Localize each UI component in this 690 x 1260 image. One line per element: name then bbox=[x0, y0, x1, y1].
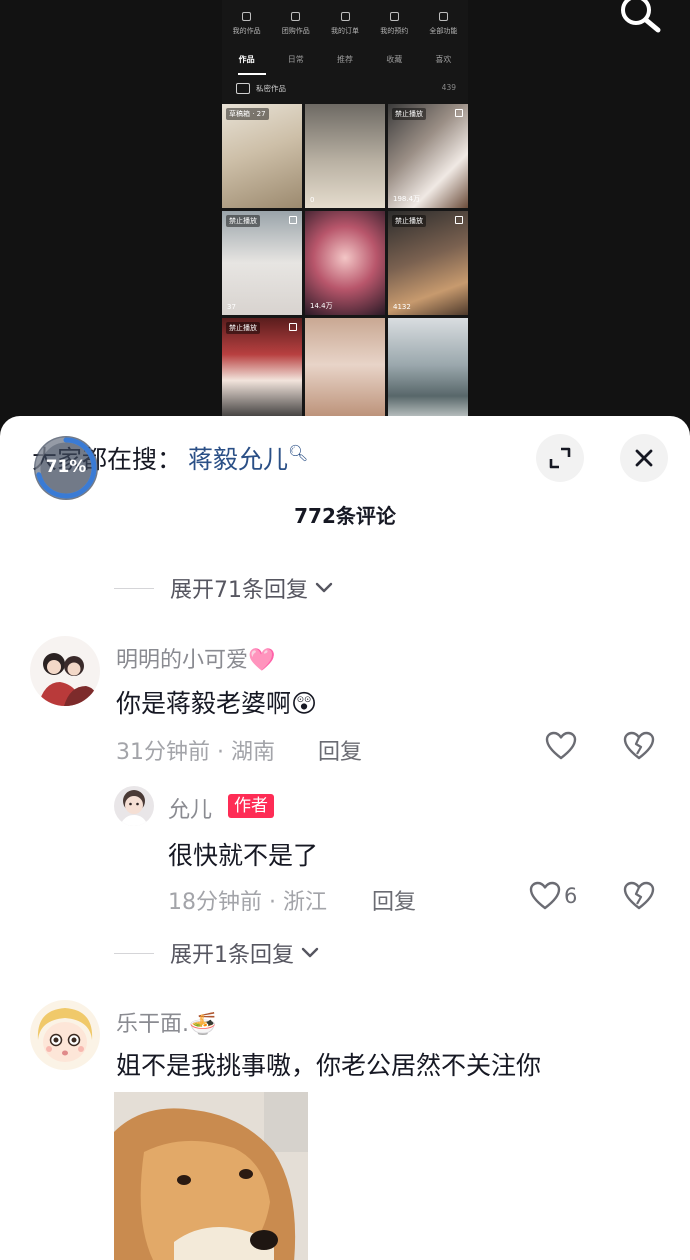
tab-daily: 日常 bbox=[287, 55, 304, 64]
avatar[interactable] bbox=[114, 786, 154, 826]
video-thumbnail: 0 bbox=[305, 104, 385, 208]
avatar[interactable] bbox=[30, 1000, 100, 1070]
multi-image-icon bbox=[289, 323, 297, 331]
profile-tabs: 作品 日常 推荐 收藏 喜欢 bbox=[222, 54, 468, 70]
comment-username[interactable]: 明明的小可爱🩷 bbox=[116, 642, 275, 674]
divider bbox=[114, 952, 154, 954]
reply-button[interactable]: 回复 bbox=[372, 884, 416, 916]
comment-text: 你是蒋毅老婆啊😲 bbox=[116, 689, 318, 718]
video-thumbnail: 禁止播放 4132 bbox=[388, 211, 468, 315]
tab-favorites: 收藏 bbox=[386, 55, 403, 64]
comment-meta: 31分钟前 · 湖南 bbox=[116, 740, 275, 765]
expand-replies-button[interactable]: 展开1条回复 bbox=[114, 938, 320, 968]
divider bbox=[114, 587, 154, 589]
progress-label: 71% bbox=[45, 457, 87, 477]
video-thumbnail: 14.4万 bbox=[305, 211, 385, 315]
video-area: 我的作品 团购作品 我的订单 我的预约 全部功能 作品 日常 推荐 收藏 喜欢 … bbox=[0, 0, 690, 420]
close-icon bbox=[635, 449, 653, 467]
broken-heart-icon bbox=[623, 881, 655, 910]
search-icon bbox=[621, 0, 661, 33]
video-thumbnail: 禁止播放 198.4万 bbox=[388, 104, 468, 208]
expand-replies-button[interactable]: 展开71条回复 bbox=[114, 573, 334, 603]
dislike-button[interactable] bbox=[622, 730, 656, 766]
avatar[interactable] bbox=[30, 636, 100, 706]
chevron-down-icon bbox=[301, 947, 319, 958]
profile-screenshot: 我的作品 团购作品 我的订单 我的预约 全部功能 作品 日常 推荐 收藏 喜欢 … bbox=[222, 0, 468, 416]
comment-count: 772条评论 bbox=[294, 504, 396, 528]
reply-text: 很快就不是了 bbox=[168, 841, 319, 870]
reply-button[interactable]: 回复 bbox=[318, 734, 362, 766]
comment-sheet: 大家都在搜： 蒋毅允儿🔍︎ 71% 772条评论 展开71条回复 明明的小可爱🩷… bbox=[0, 416, 690, 1260]
search-icon: 🔍︎ bbox=[288, 443, 309, 463]
like-count: 6 bbox=[564, 884, 578, 908]
reply-username[interactable]: 允儿 bbox=[168, 792, 212, 824]
profile-shortcuts: 我的作品 团购作品 我的订单 我的预约 全部功能 bbox=[222, 12, 468, 46]
shortcut-item: 我的预约 bbox=[370, 12, 419, 46]
broken-heart-icon bbox=[623, 731, 655, 760]
heart-icon bbox=[529, 881, 561, 910]
chevron-down-icon bbox=[315, 582, 333, 593]
video-thumbnail bbox=[305, 318, 385, 416]
expand-button[interactable] bbox=[536, 434, 584, 482]
works-grid: 草稿箱 · 27 0 禁止播放 198.4万 禁止播放 37 14.4万 禁止播… bbox=[222, 104, 468, 416]
tab-works: 作品 bbox=[238, 55, 255, 64]
shortcut-item: 全部功能 bbox=[419, 12, 468, 46]
video-thumbnail bbox=[388, 318, 468, 416]
comment-username[interactable]: 乐干面.🍜 bbox=[116, 1006, 216, 1038]
video-thumbnail: 禁止播放 bbox=[222, 318, 302, 416]
author-badge: 作者 bbox=[228, 794, 274, 818]
shortcut-item: 我的订单 bbox=[320, 12, 369, 46]
expand-icon bbox=[549, 447, 571, 469]
reply-meta: 18分钟前 · 浙江 bbox=[168, 890, 327, 915]
video-thumbnail: 草稿箱 · 27 bbox=[222, 104, 302, 208]
multi-image-icon bbox=[455, 109, 463, 117]
tab-likes: 喜欢 bbox=[435, 55, 452, 64]
tab-indicator bbox=[238, 73, 266, 75]
search-button[interactable] bbox=[618, 0, 668, 40]
like-button[interactable] bbox=[544, 730, 578, 766]
shortcut-item: 团购作品 bbox=[271, 12, 320, 46]
tab-recommend: 推荐 bbox=[337, 55, 353, 64]
comment-text: 姐不是我挑事嗷，你老公居然不关注你 bbox=[116, 1051, 542, 1080]
dislike-button[interactable] bbox=[622, 880, 656, 916]
lock-icon bbox=[236, 83, 250, 94]
close-button[interactable] bbox=[620, 434, 668, 482]
hot-search-term[interactable]: 蒋毅允儿 bbox=[188, 445, 288, 474]
heart-icon bbox=[545, 731, 577, 760]
comment-image[interactable] bbox=[114, 1092, 308, 1260]
video-thumbnail: 禁止播放 37 bbox=[222, 211, 302, 315]
private-works-row: 私密作品 439 bbox=[236, 82, 456, 96]
shortcut-item: 我的作品 bbox=[222, 12, 271, 46]
multi-image-icon bbox=[289, 216, 297, 224]
multi-image-icon bbox=[455, 216, 463, 224]
like-button[interactable] bbox=[528, 880, 562, 916]
